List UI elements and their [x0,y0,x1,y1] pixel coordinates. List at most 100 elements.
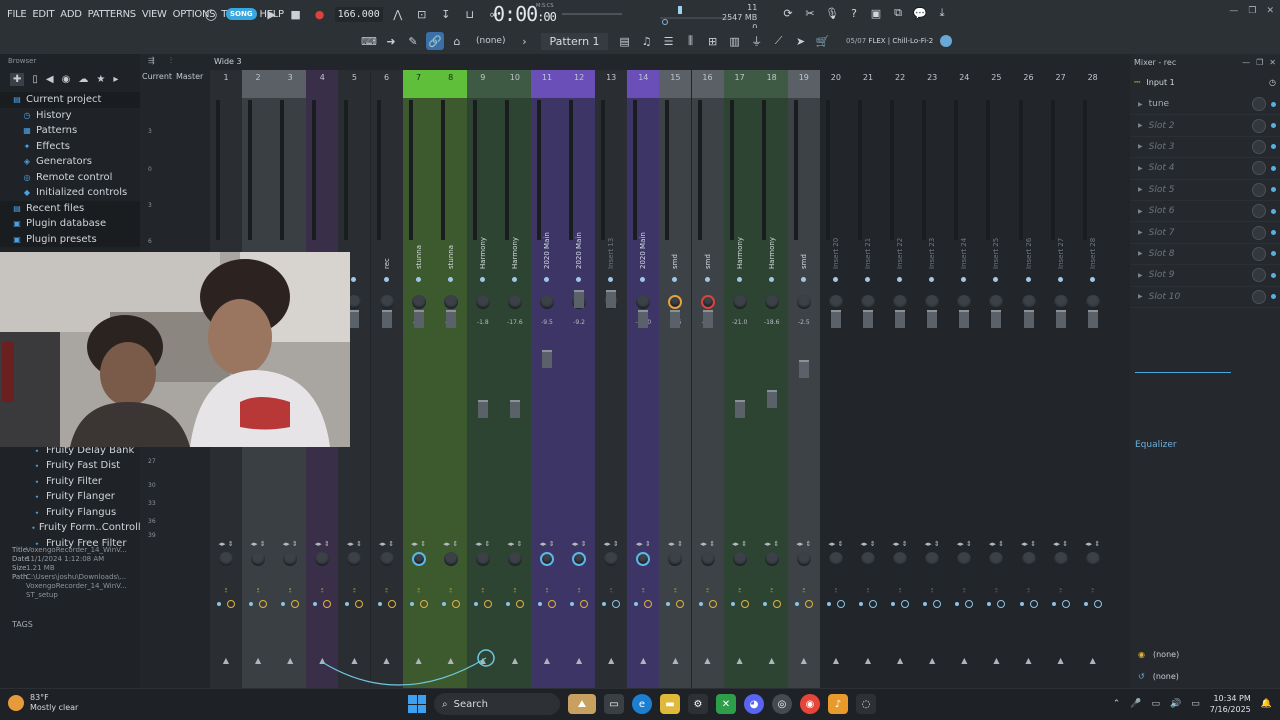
fx-enable-icon[interactable]: ⍛ [242,584,274,594]
strip-name[interactable]: Insert 24 [960,199,968,269]
volume-icon[interactable]: 🔊 [1170,699,1181,709]
fl-studio-icon[interactable]: ♪ [828,694,848,714]
strip-led[interactable] [768,277,774,282]
route-ring[interactable] [997,600,1006,608]
master-pitch-slider[interactable] [562,10,622,18]
stereo-arrows-icon[interactable]: ◂▸ ⇕ [306,540,338,548]
route-ring[interactable] [323,600,332,608]
strip-led[interactable] [1025,277,1031,282]
separation-knob[interactable] [219,552,233,566]
tree-item-generators[interactable]: ◈ Generators [0,154,140,170]
pan-knob[interactable] [411,295,426,309]
pan-knob[interactable] [1085,295,1100,309]
volume-fader[interactable] [413,310,424,328]
separation-knob[interactable] [957,552,972,566]
pan-knob[interactable] [668,295,683,309]
route-dot[interactable] [441,602,446,606]
volume-fader[interactable] [702,310,713,328]
tree-item-plugin-database[interactable]: ▣ Plugin database [0,216,140,232]
volume-fader[interactable] [1023,310,1034,328]
minimize-icon[interactable]: — [1229,6,1238,16]
menu-file[interactable]: FILE [4,9,29,20]
fx-enable-icon[interactable]: ⍛ [210,584,242,594]
route-ring[interactable] [708,600,717,608]
stereo-arrows-icon[interactable]: ◂▸ ⇕ [467,540,499,548]
slot-enable-led[interactable] [1271,251,1276,257]
pan-knob[interactable] [475,295,490,309]
stereo-arrows-icon[interactable]: ◂▸ ⇕ [788,540,820,548]
route-ring[interactable] [1029,600,1038,608]
route-ring[interactable] [451,600,460,608]
volume-fader[interactable] [606,290,617,308]
strip-led[interactable] [672,277,678,282]
stereo-arrows-icon[interactable]: ◂▸ ⇕ [916,540,948,548]
separation-knob[interactable] [379,552,394,566]
piano-roll-icon[interactable]: ♫ [638,32,656,50]
stereo-arrows-icon[interactable]: ◂▸ ⇕ [692,540,724,548]
strip-name[interactable]: stunna [447,199,455,269]
route-ring[interactable] [548,600,556,608]
strip-name[interactable]: 2020 Main [575,199,583,269]
fx-enable-icon[interactable]: ⍛ [563,584,595,594]
strip-led[interactable] [1057,277,1063,282]
route-dot[interactable] [249,602,254,606]
send-arrow-icon[interactable]: ▲ [467,656,499,665]
chrome-icon[interactable]: ◉ [800,694,820,714]
route-dot[interactable] [602,602,607,606]
route-dot[interactable] [891,602,896,606]
route-ring[interactable] [933,600,942,608]
send-arrow-icon[interactable]: ▲ [916,656,948,665]
send-arrow-icon[interactable]: ▲ [884,656,916,665]
battery-icon[interactable]: ▭ [1191,699,1200,709]
route-ring[interactable] [227,600,235,608]
slot-enable-led[interactable] [1271,123,1276,129]
route-ring[interactable] [644,600,653,608]
route-dot[interactable] [1019,602,1024,606]
route-dot[interactable] [473,602,478,606]
send-arrow-icon[interactable]: ▲ [756,656,788,665]
edge-icon[interactable]: e [632,694,652,714]
play-icon[interactable]: ▶ [263,5,281,23]
mixer-icon[interactable]: ⫼ [682,32,700,50]
browser-menu-icon[interactable]: ✚ [10,72,25,86]
route-ring[interactable] [515,600,524,608]
stereo-arrows-icon[interactable]: ◂▸ ⇕ [1013,540,1045,548]
menu-edit[interactable]: EDIT [29,9,57,20]
separation-knob[interactable] [1021,552,1036,566]
strip-name[interactable]: stunna [415,199,423,269]
send-arrow-icon[interactable]: ▲ [1077,656,1109,665]
separation-knob[interactable] [732,552,747,566]
link-icon[interactable]: 🔗 [426,32,444,50]
obs-icon[interactable]: ◌ [856,694,876,714]
mixer-strip-20[interactable]: 20 Insert 20 ◂▸ ⇕ ⍛ ▲ [819,70,852,688]
tree-item-history[interactable]: ◷ History [0,108,140,124]
route-ring[interactable] [804,600,813,608]
strip-led[interactable] [383,277,389,282]
effect-slot-6[interactable]: ▶ Slot 6 [1130,201,1280,223]
slot-mix-knob[interactable] [1252,161,1266,176]
pan-knob[interactable] [379,295,394,309]
slot-enable-led[interactable] [1271,144,1276,150]
route-dot[interactable] [987,602,992,606]
mixer-strip-12[interactable]: 12 2020 Main -9.2 ◂▸ ⇕ ⍛ ▲ [563,70,596,688]
effect-slot-3[interactable]: ▶ Slot 3 [1130,137,1280,159]
separation-knob[interactable] [572,552,587,566]
effect-slot-4[interactable]: ▶ Slot 4 [1130,158,1280,180]
send-arrow-icon[interactable]: ▲ [659,656,691,665]
slot-enable-led[interactable] [1271,294,1276,300]
fx-enable-icon[interactable]: ⍛ [980,584,1012,594]
strip-led[interactable] [736,277,742,282]
route-dot[interactable] [698,602,703,606]
fx-enable-icon[interactable]: ⍛ [531,584,563,594]
tempo-display[interactable]: 166.000 [334,6,383,22]
plugin-item[interactable]: ⬩ Fruity Form..Controller [0,520,151,536]
next-icon[interactable]: ▸ [113,74,118,85]
slot-mix-knob[interactable] [1252,182,1266,197]
tree-item-patterns[interactable]: ▦ Patterns [0,123,140,139]
route-dot[interactable] [762,602,767,606]
pan-knob[interactable] [925,295,940,309]
strip-led[interactable] [447,277,453,282]
separation-knob[interactable] [315,552,330,566]
send-arrow-icon[interactable]: ▲ [306,656,338,665]
pattern-selector[interactable]: Pattern 1 [541,32,608,50]
